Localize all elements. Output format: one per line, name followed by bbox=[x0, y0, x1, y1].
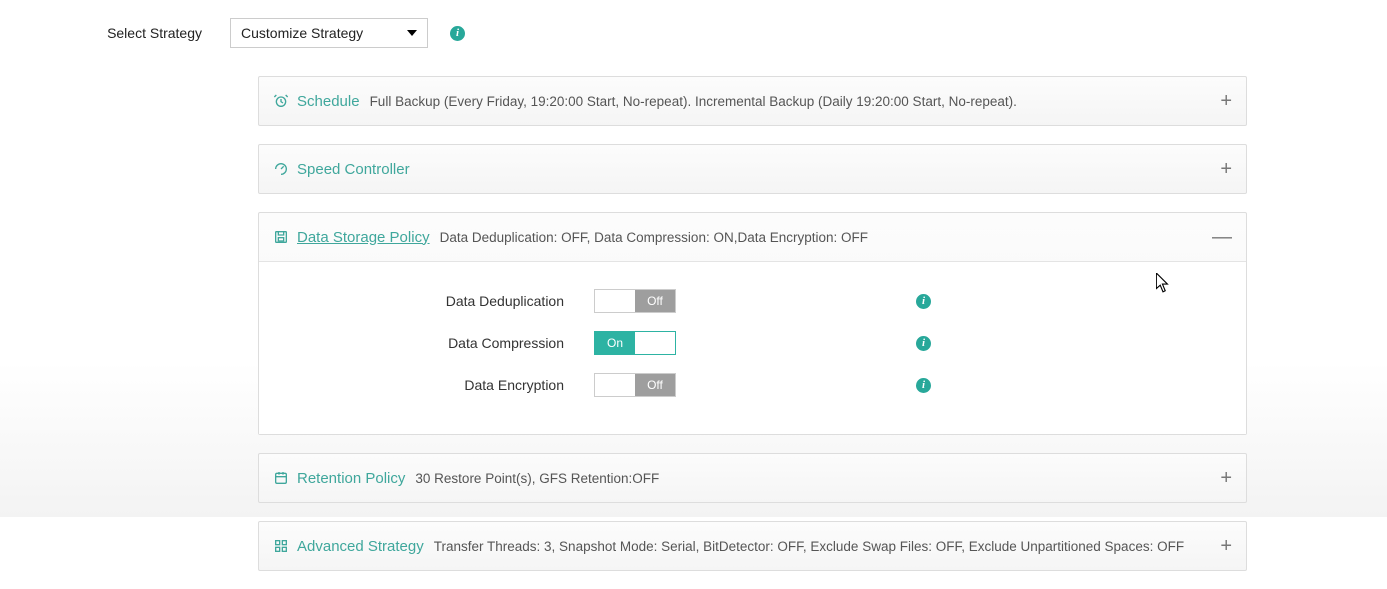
schedule-summary: Full Backup (Every Friday, 19:20:00 Star… bbox=[370, 94, 1017, 109]
advanced-title: Advanced Strategy bbox=[297, 538, 424, 555]
speed-panel: Speed Controller + bbox=[258, 144, 1247, 194]
dedup-toggle-state: Off bbox=[635, 290, 675, 312]
retention-panel: Retention Policy 30 Restore Point(s), GF… bbox=[258, 453, 1247, 503]
advanced-summary: Transfer Threads: 3, Snapshot Mode: Seri… bbox=[434, 539, 1184, 554]
schedule-panel-header[interactable]: Schedule Full Backup (Every Friday, 19:2… bbox=[259, 77, 1246, 125]
retention-panel-header[interactable]: Retention Policy 30 Restore Point(s), GF… bbox=[259, 454, 1246, 502]
retention-summary: 30 Restore Point(s), GFS Retention:OFF bbox=[415, 471, 659, 486]
compress-toggle-state: On bbox=[595, 332, 635, 354]
compress-toggle[interactable]: On bbox=[594, 331, 676, 355]
compress-row: Data Compression On i bbox=[259, 322, 1246, 364]
encrypt-toggle[interactable]: Off bbox=[594, 373, 676, 397]
caret-down-icon bbox=[407, 30, 417, 36]
schedule-title: Schedule bbox=[297, 93, 360, 110]
storage-title: Data Storage Policy bbox=[297, 229, 430, 246]
encrypt-info-icon[interactable]: i bbox=[916, 378, 931, 393]
retention-title: Retention Policy bbox=[297, 470, 405, 487]
grid-icon bbox=[273, 538, 289, 554]
dedup-label: Data Deduplication bbox=[259, 293, 594, 309]
strategy-info-icon[interactable]: i bbox=[450, 26, 465, 41]
schedule-expand-icon[interactable]: + bbox=[1220, 91, 1232, 111]
advanced-panel: Advanced Strategy Transfer Threads: 3, S… bbox=[258, 521, 1247, 571]
speed-expand-icon[interactable]: + bbox=[1220, 159, 1232, 179]
storage-collapse-icon[interactable]: — bbox=[1212, 227, 1232, 247]
gauge-icon bbox=[273, 161, 289, 177]
retention-icon bbox=[273, 470, 289, 486]
encrypt-row: Data Encryption Off i bbox=[259, 364, 1246, 406]
speed-title: Speed Controller bbox=[297, 161, 410, 178]
compress-label: Data Compression bbox=[259, 335, 594, 351]
encrypt-toggle-state: Off bbox=[635, 374, 675, 396]
dedup-info-icon[interactable]: i bbox=[916, 294, 931, 309]
dedup-row: Data Deduplication Off i bbox=[259, 280, 1246, 322]
advanced-panel-header[interactable]: Advanced Strategy Transfer Threads: 3, S… bbox=[259, 522, 1246, 570]
compress-info-icon[interactable]: i bbox=[916, 336, 931, 351]
encrypt-label: Data Encryption bbox=[259, 377, 594, 393]
select-strategy-label: Select Strategy bbox=[0, 25, 230, 41]
strategy-select[interactable]: Customize Strategy bbox=[230, 18, 428, 48]
schedule-panel: Schedule Full Backup (Every Friday, 19:2… bbox=[258, 76, 1247, 126]
alarm-clock-icon bbox=[273, 93, 289, 109]
retention-expand-icon[interactable]: + bbox=[1220, 468, 1232, 488]
save-icon bbox=[273, 229, 289, 245]
dedup-toggle[interactable]: Off bbox=[594, 289, 676, 313]
storage-summary: Data Deduplication: OFF, Data Compressio… bbox=[440, 230, 868, 245]
storage-panel: Data Storage Policy Data Deduplication: … bbox=[258, 212, 1247, 435]
storage-panel-body: Data Deduplication Off i Data Compressio… bbox=[259, 261, 1246, 434]
speed-panel-header[interactable]: Speed Controller + bbox=[259, 145, 1246, 193]
storage-panel-header[interactable]: Data Storage Policy Data Deduplication: … bbox=[259, 213, 1246, 261]
strategy-select-value: Customize Strategy bbox=[241, 25, 363, 41]
advanced-expand-icon[interactable]: + bbox=[1220, 536, 1232, 556]
